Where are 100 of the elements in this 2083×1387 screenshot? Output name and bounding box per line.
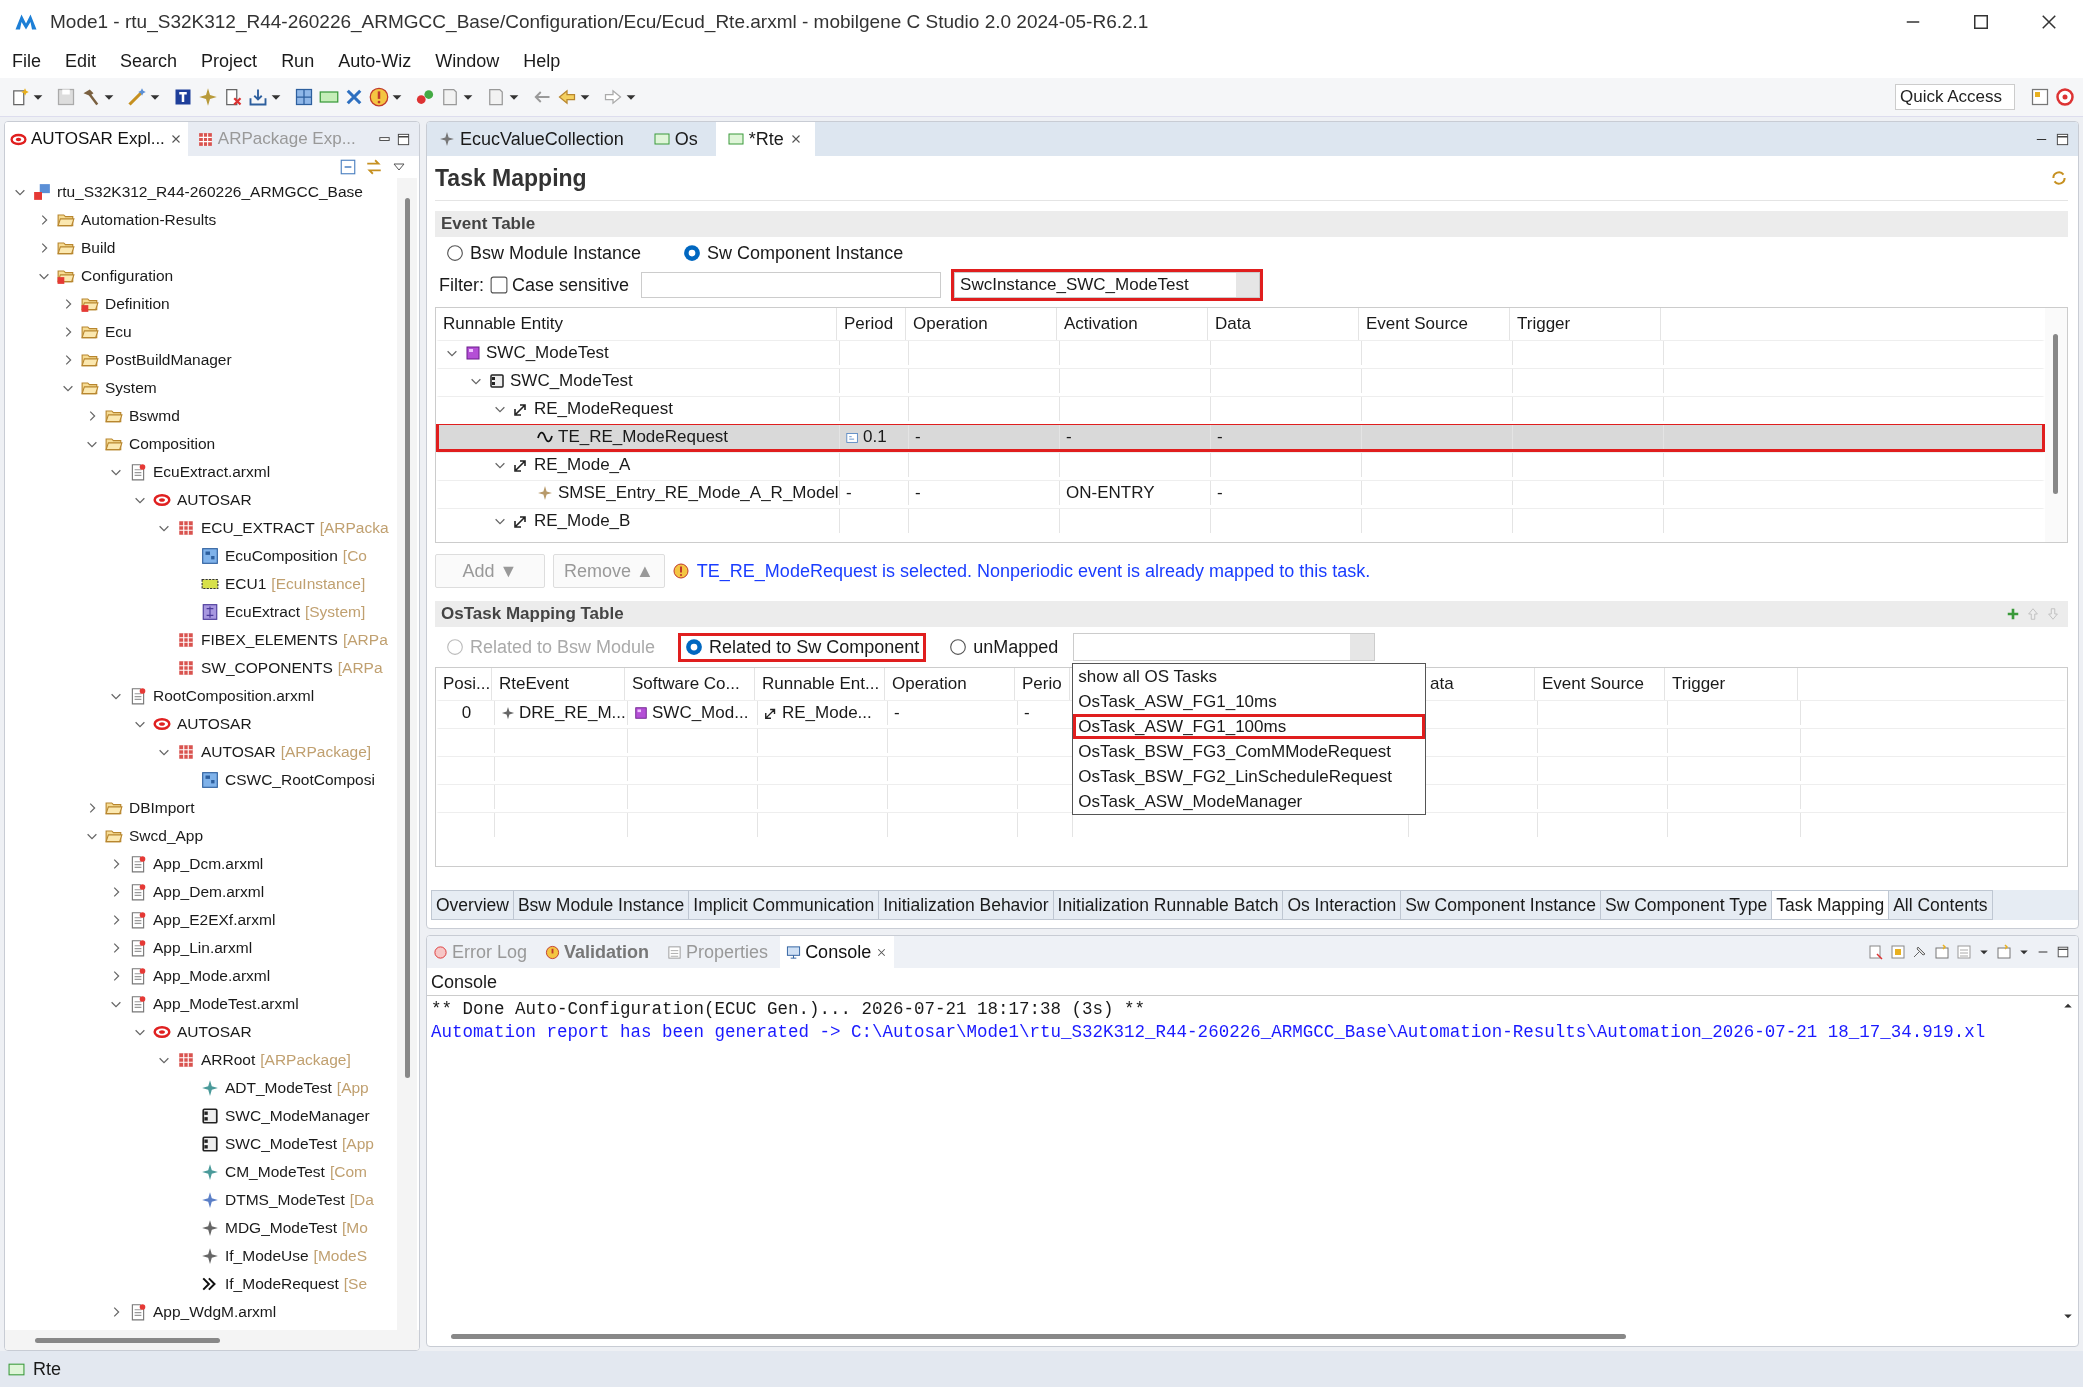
page-tab[interactable]: Os Interaction [1282,890,1402,920]
tree-item[interactable]: EcuExtract [225,603,300,621]
column-header[interactable]: Data [1208,308,1359,340]
view-tab[interactable]: AUTOSAR Expl... [5,122,188,156]
tree-item[interactable]: Bswmd [129,407,180,425]
column-header[interactable]: Activation [1057,308,1208,340]
table-row[interactable]: SMSE_Entry_RE_Mode_A_R_Model - - ON-ENTRY - [436,480,2045,508]
column-header[interactable]: Runnable Ent... [755,668,885,700]
tree-item[interactable]: App_Lin.arxml [153,939,253,957]
tree-item[interactable]: Build [81,239,116,257]
tree-item[interactable]: CSWC_RootComposi [225,771,375,789]
tree-item[interactable]: App_E2EXf.arxml [153,911,276,929]
tree-item[interactable]: ECU_EXTRACT [201,519,315,537]
tree-item[interactable]: App_ModeTest.arxml [153,995,299,1013]
tree-item[interactable]: AUTOSAR [201,743,276,761]
tree-item[interactable]: SW_COPONENTS [201,659,333,677]
tree-item[interactable]: FIBEX_ELEMENTS [201,631,338,649]
tree-item[interactable]: EcuComposition [225,547,338,565]
menu-item[interactable]: Auto-Wiz [338,50,412,72]
tree-item[interactable]: Swcd_App [129,827,204,845]
tree-item[interactable]: AUTOSAR [177,491,252,509]
column-header[interactable]: Runnable Entity [436,308,837,340]
tree-item[interactable]: App_Mode.arxml [153,967,271,985]
tree-item[interactable]: Definition [105,295,170,313]
tree-item[interactable]: MDG_ModeTest [225,1219,337,1237]
menu-item[interactable]: File [12,50,41,72]
menu-item[interactable]: Search [120,50,178,72]
tree-item[interactable]: DTMS_ModeTest [225,1191,345,1209]
tree-item[interactable]: ADT_ModeTest [225,1079,332,1097]
radio-button[interactable]: Sw Component Instance [676,238,911,268]
tree-item[interactable]: RootComposition.arxml [153,687,315,705]
page-tab[interactable]: Initialization Runnable Batch [1052,890,1284,920]
page-tab[interactable]: Sw Component Type [1600,890,1773,920]
column-header[interactable]: Software Co... [625,668,755,700]
radio-button[interactable]: Related to Sw Component [678,632,927,662]
page-tab[interactable]: Sw Component Instance [1400,890,1601,920]
menu-item[interactable]: Run [281,50,315,72]
page-tab[interactable]: Bsw Module Instance [512,890,690,920]
tree-item[interactable]: Configuration [81,267,174,285]
page-tab[interactable]: All Contents [1888,890,1993,920]
tree-item[interactable]: System [105,379,157,397]
tree-item[interactable]: App_WdgM.arxml [153,1303,277,1321]
column-header[interactable]: Period [837,308,906,340]
tree-item[interactable]: ARRoot [201,1051,256,1069]
editor-tab[interactable]: *Rte [715,122,815,156]
page-tab[interactable]: Implicit Communication [688,890,880,920]
table-row[interactable]: RE_Mode_B [436,508,2045,536]
column-header[interactable]: Trigger [1665,668,1798,700]
dropdown-option[interactable]: OsTask_ASW_ModeManager [1073,789,1426,814]
tree-item[interactable]: CM_ModeTest [225,1163,325,1181]
tree-item[interactable]: rtu_S32K312_R44-260226_ARMGCC_Base [57,183,363,201]
tree-item[interactable]: App_Dcm.arxml [153,855,264,873]
column-header[interactable]: ata [1406,668,1535,700]
table-row[interactable]: SWC_ModeTest [436,340,2045,368]
column-header[interactable]: RteEvent [492,668,625,700]
menu-item[interactable]: Window [435,50,500,72]
column-header[interactable]: Trigger [1510,308,1661,340]
tree-item[interactable]: Ecu [105,323,132,341]
column-header[interactable]: Event Source [1359,308,1510,340]
checkbox[interactable]: Case sensitive [490,274,630,296]
instance-combo[interactable]: SwcInstance_SWC_ModeTest [951,269,1264,301]
tree-item[interactable]: ECU1 [225,575,267,593]
editor-tab[interactable]: Os [641,122,710,156]
view-tab[interactable]: Console [780,936,895,968]
menu-item[interactable]: Edit [65,50,97,72]
dropdown-option[interactable]: OsTask_BSW_FG2_LinScheduleRequest [1073,764,1426,789]
tree-item[interactable]: Composition [129,435,216,453]
column-header[interactable]: Perio [1015,668,1070,700]
table-row[interactable]: TE_RE_ModeRequest 0.1 - - - [436,424,2045,452]
tree-item[interactable]: PostBuildManager [105,351,232,369]
editor-tab[interactable]: EcucValueCollection [427,122,636,156]
page-tab[interactable]: Initialization Behavior [878,890,1054,920]
table-row[interactable]: RE_Mode_A [436,452,2045,480]
column-header[interactable]: Event Source [1535,668,1665,700]
page-tab[interactable]: Overview [431,890,514,920]
tree-item[interactable]: SWC_ModeManager [225,1107,370,1125]
view-tab[interactable]: Validation [539,936,656,968]
menu-item[interactable]: Project [201,50,258,72]
window-title: Mode1 - rtu_S32K312_R44-260226_ARMGCC_Base/Configuration/Ecu/Ecud_Rte.arxml - mobilgene C Studio 2.0 2024-05-R6.2.1 [50,11,1149,33]
tree-item[interactable]: If_ModeRequest [225,1275,339,1293]
column-header[interactable]: Operation [885,668,1015,700]
radio-button[interactable]: Bsw Module Instance [439,238,649,268]
dropdown-option[interactable]: OsTask_ASW_FG1_100ms [1073,714,1426,739]
column-header[interactable]: Posi... [436,668,492,700]
radio-button[interactable]: unMapped [942,632,1066,662]
tree-item[interactable]: Automation-Results [81,211,217,229]
tree-item[interactable]: DBImport [129,799,195,817]
dropdown-option[interactable]: OsTask_BSW_FG3_ComMModeRequest [1073,739,1426,764]
menu-item[interactable]: Help [523,50,561,72]
tree-item[interactable]: SWC_ModeTest [225,1135,337,1153]
quick-access-field[interactable]: Quick Access [1895,84,2015,110]
tree-item[interactable]: AUTOSAR [177,715,252,733]
column-header[interactable]: Operation [906,308,1057,340]
page-tab[interactable]: Task Mapping [1771,890,1890,920]
tree-item[interactable]: App_Dem.arxml [153,883,265,901]
tree-item[interactable]: AUTOSAR [177,1023,252,1041]
console-link[interactable]: Automation report has been generated -> C:\Autosar\Mode1\rtu_S32K312_R44-260226_ARMGCC_Base\Automation-Results\Automation_2026-07-21 18_17_34.919.xl [431,1021,2054,1044]
tree-item[interactable]: EcuExtract.arxml [153,463,271,481]
table-row[interactable]: SWC_ModeTest [436,368,2045,396]
tree-item[interactable]: If_ModeUse [225,1247,309,1265]
